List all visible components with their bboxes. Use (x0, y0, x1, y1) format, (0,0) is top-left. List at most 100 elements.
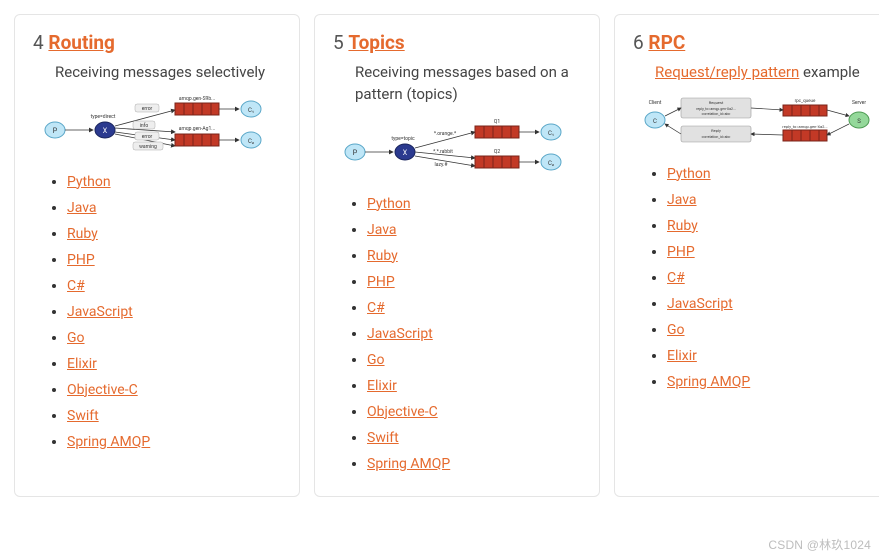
lang-link[interactable]: JavaScript (367, 326, 433, 342)
list-item: Go (367, 352, 581, 368)
lang-link[interactable]: Java (367, 222, 397, 238)
card-title: 4 Routing (33, 31, 281, 54)
title-link-rpc[interactable]: RPC (648, 31, 685, 54)
svg-text:type=topic: type=topic (391, 136, 415, 142)
svg-text:Request: Request (709, 100, 724, 105)
svg-text:rpc_queue: rpc_queue (795, 99, 816, 104)
list-item: Swift (67, 408, 281, 424)
list-item: Python (367, 196, 581, 212)
svg-text:error: error (142, 106, 153, 112)
lang-link[interactable]: Objective-C (67, 382, 138, 398)
list-item: JavaScript (67, 304, 281, 320)
svg-text:*.orange.*: *.orange.* (434, 131, 457, 137)
list-item: JavaScript (667, 296, 879, 312)
tutorial-cards: 4 Routing Receiving messages selectively… (14, 14, 865, 497)
lang-link[interactable]: Objective-C (367, 404, 438, 420)
list-item: JavaScript (367, 326, 581, 342)
card-number: 5 (333, 31, 344, 54)
svg-text:Q1: Q1 (494, 119, 500, 125)
lang-list: Python Java Ruby PHP C# JavaScript Go El… (333, 196, 581, 472)
card-desc: Request/reply pattern example (655, 62, 879, 84)
svg-text:reply_to=amqp.gen-Xa2...: reply_to=amqp.gen-Xa2... (696, 107, 736, 111)
lang-link[interactable]: PHP (367, 274, 395, 290)
lang-link[interactable]: Swift (67, 408, 99, 424)
svg-text:amqp.gen-Ag1...: amqp.gen-Ag1... (179, 126, 216, 132)
svg-text:error: error (142, 134, 153, 140)
lang-link[interactable]: Python (67, 174, 111, 190)
lang-link[interactable]: Java (667, 192, 697, 208)
card-rpc: 6 RPC Request/reply pattern example Clie… (614, 14, 879, 497)
lang-link[interactable]: Ruby (667, 218, 698, 234)
lang-link[interactable]: Spring AMQP (367, 456, 450, 472)
svg-text:correlation_id=abc: correlation_id=abc (702, 135, 731, 139)
lang-link[interactable]: Python (367, 196, 411, 212)
title-link-routing[interactable]: Routing (48, 31, 115, 54)
list-item: Ruby (367, 248, 581, 264)
lang-link[interactable]: Elixir (667, 348, 697, 364)
list-item: C# (367, 300, 581, 316)
lang-link[interactable]: Swift (367, 430, 399, 446)
lang-link[interactable]: C# (667, 270, 685, 286)
svg-text:C₂: C₂ (548, 160, 554, 167)
lang-link[interactable]: Spring AMQP (67, 434, 150, 450)
list-item: Python (67, 174, 281, 190)
list-item: Spring AMQP (667, 374, 879, 390)
list-item: Ruby (667, 218, 879, 234)
svg-text:lazy.#: lazy.# (435, 162, 449, 168)
svg-text:P: P (353, 149, 358, 157)
lang-link[interactable]: Elixir (367, 378, 397, 394)
list-item: PHP (667, 244, 879, 260)
list-item: Objective-C (67, 382, 281, 398)
svg-text:correlation_id=abc: correlation_id=abc (702, 112, 731, 116)
list-item: C# (67, 278, 281, 294)
lang-link[interactable]: JavaScript (67, 304, 133, 320)
svg-text:C₁: C₁ (548, 130, 554, 137)
list-item: Swift (367, 430, 581, 446)
lang-link[interactable]: Go (67, 330, 85, 346)
lang-link[interactable]: PHP (67, 252, 95, 268)
svg-text:Client: Client (649, 100, 662, 106)
lang-link[interactable]: Ruby (367, 248, 398, 264)
desc-link-rpc[interactable]: Request/reply pattern (655, 63, 799, 81)
lang-link[interactable]: Go (367, 352, 385, 368)
lang-link[interactable]: Elixir (67, 356, 97, 372)
lang-list: Python Java Ruby PHP C# JavaScript Go El… (33, 174, 281, 450)
list-item: Java (367, 222, 581, 238)
title-link-topics[interactable]: Topics (348, 31, 404, 54)
list-item: PHP (67, 252, 281, 268)
lang-link[interactable]: JavaScript (667, 296, 733, 312)
svg-text:X: X (103, 127, 108, 135)
svg-text:C₂: C₂ (248, 138, 254, 145)
list-item: Elixir (667, 348, 879, 364)
list-item: Python (667, 166, 879, 182)
svg-text:Reply: Reply (711, 128, 721, 133)
card-number: 6 (633, 31, 644, 54)
lang-list: Python Java Ruby PHP C# JavaScript Go El… (633, 166, 879, 390)
lang-link[interactable]: Spring AMQP (667, 374, 750, 390)
diagram-rpc: Client C Server S Request reply_to=amqp.… (637, 90, 877, 156)
list-item: C# (667, 270, 879, 286)
list-item: Elixir (67, 356, 281, 372)
svg-text:Server: Server (852, 100, 866, 106)
lang-link[interactable]: Java (67, 200, 97, 216)
svg-text:warning: warning (139, 144, 157, 150)
card-topics: 5 Topics Receiving messages based on a p… (314, 14, 600, 497)
lang-link[interactable]: C# (367, 300, 385, 316)
list-item: Ruby (67, 226, 281, 242)
card-desc: Receiving messages selectively (55, 62, 281, 84)
lang-link[interactable]: Ruby (67, 226, 98, 242)
list-item: Spring AMQP (67, 434, 281, 450)
lang-link[interactable]: PHP (667, 244, 695, 260)
lang-link[interactable]: Go (667, 322, 685, 338)
lang-link[interactable]: Python (667, 166, 711, 182)
list-item: Go (667, 322, 879, 338)
card-title: 6 RPC (633, 31, 879, 54)
svg-text:C: C (653, 118, 657, 125)
diagram-topics: P X type=topic *.orange.* *.*.rabbit laz… (337, 112, 577, 186)
svg-text:amqp.gen-S9b...: amqp.gen-S9b... (179, 96, 215, 102)
svg-text:S: S (857, 118, 861, 125)
lang-link[interactable]: C# (67, 278, 85, 294)
diagram-routing: P X type=direct error info error (37, 90, 277, 164)
svg-text:C₁: C₁ (248, 107, 254, 114)
list-item: Java (67, 200, 281, 216)
